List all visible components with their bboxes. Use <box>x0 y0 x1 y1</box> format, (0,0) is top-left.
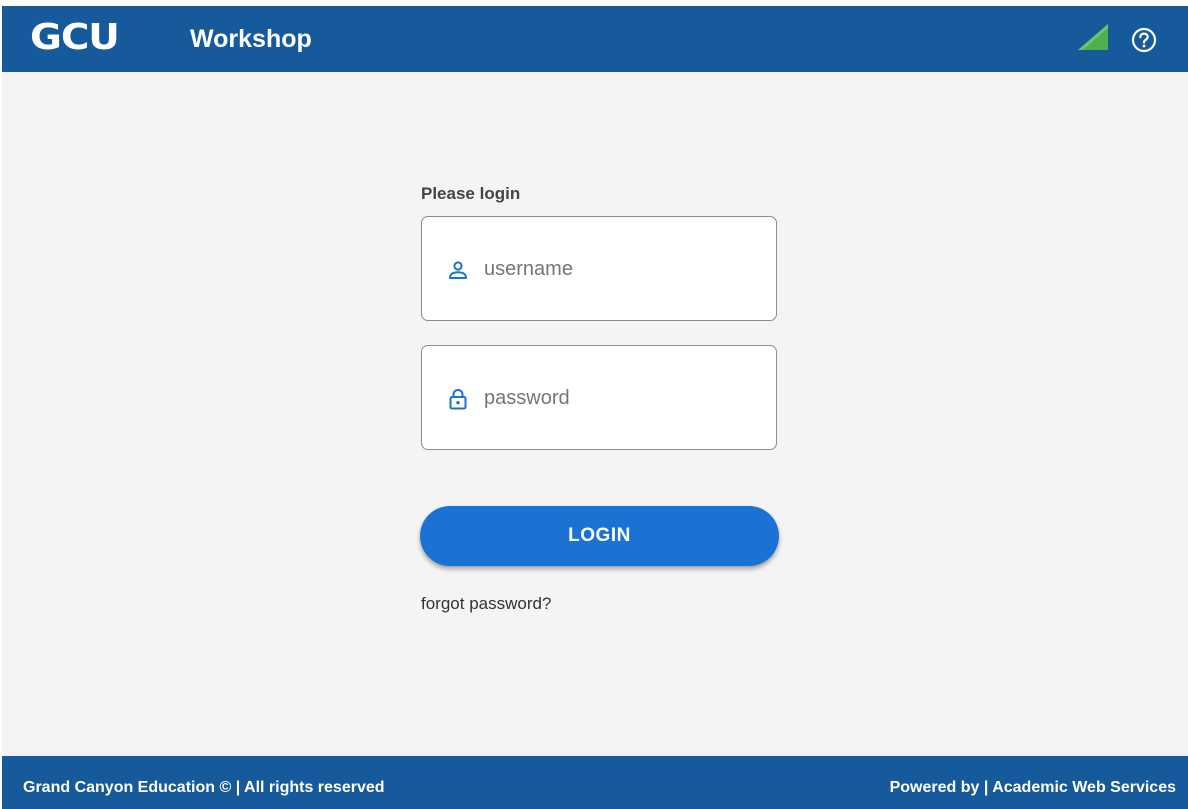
footer-copyright: Grand Canyon Education © | All rights re… <box>23 779 385 796</box>
user-icon <box>449 261 467 279</box>
forgot-password-link[interactable]: forgot password? <box>421 594 551 614</box>
app-title: Workshop <box>190 25 312 53</box>
footer-powered-by: Powered by | Academic Web Services <box>889 779 1176 796</box>
lock-icon <box>449 388 467 410</box>
top-app-bar: GCU Workshop <box>2 6 1188 72</box>
password-input[interactable] <box>484 382 754 414</box>
footer-bar: Grand Canyon Education © | All rights re… <box>2 756 1188 809</box>
username-input[interactable] <box>484 253 754 285</box>
gcu-logo[interactable]: GCU <box>30 18 120 58</box>
password-field[interactable] <box>421 345 777 450</box>
login-heading: Please login <box>421 184 521 203</box>
help-circle-icon[interactable] <box>1130 26 1158 54</box>
username-field[interactable] <box>421 216 777 321</box>
login-button[interactable]: LOGIN <box>420 506 779 566</box>
signal-strength-icon[interactable] <box>1076 22 1110 52</box>
app-frame: GCU Workshop Please login LOGIN forgot p… <box>2 6 1188 809</box>
